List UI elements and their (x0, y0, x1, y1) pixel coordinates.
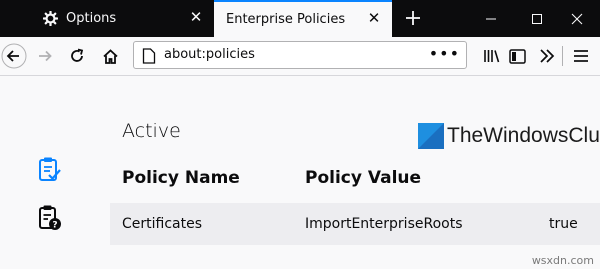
svg-text:?: ? (52, 221, 57, 231)
windows-logo-icon (418, 123, 444, 149)
close-tab-options-icon[interactable]: ✕ (188, 8, 204, 26)
home-button[interactable] (96, 42, 124, 70)
hamburger-menu-icon (574, 50, 588, 62)
watermark: TheWindowsClub (418, 121, 600, 151)
plus-icon (406, 11, 420, 25)
minimize-button[interactable] (468, 0, 514, 37)
tab-enterprise-policies[interactable]: Enterprise Policies ✕ (214, 0, 392, 37)
tab-options[interactable]: Options ✕ (30, 0, 214, 37)
table-row: Certificates ImportEnterpriseRoots true (110, 203, 600, 245)
watermark-text: TheWindowsClub (447, 124, 600, 147)
documentation-category-icon[interactable]: ? (37, 204, 63, 232)
home-icon (102, 48, 118, 64)
column-header-policy-name: Policy Name (122, 168, 240, 188)
url-bar[interactable]: about:policies ••• (133, 41, 467, 69)
clipboard-help-icon: ? (39, 205, 61, 231)
policy-value-extra-cell: true (549, 216, 578, 232)
tab-bar: Options ✕ Enterprise Policies ✕ (0, 0, 600, 37)
overflow-menu-button[interactable] (533, 42, 561, 70)
page-icon (142, 48, 156, 64)
forward-button[interactable] (31, 42, 59, 70)
url-text[interactable]: about:policies (164, 47, 255, 62)
maximize-icon (532, 13, 542, 24)
clipboard-check-icon (39, 157, 61, 181)
active-policies-category-icon[interactable] (37, 156, 63, 184)
close-icon (571, 13, 583, 24)
tab-enterprise-policies-label: Enterprise Policies (226, 12, 346, 27)
site-watermark: wsxdn.com (531, 254, 594, 267)
back-button[interactable] (0, 42, 28, 70)
navigation-toolbar: about:policies ••• (0, 37, 600, 76)
tab-options-label: Options (66, 11, 117, 26)
sidebar-toggle-button[interactable] (503, 42, 531, 70)
reload-icon (71, 48, 84, 62)
library-icon (484, 50, 500, 63)
policy-value-cell: ImportEnterpriseRoots (305, 216, 463, 232)
page-actions-icon[interactable]: ••• (429, 44, 460, 63)
new-tab-button[interactable] (402, 7, 424, 29)
chevrons-right-icon (540, 49, 555, 63)
section-title: Active (122, 120, 181, 142)
close-tab-enterprise-icon[interactable]: ✕ (366, 9, 382, 27)
gear-icon (42, 11, 58, 27)
close-window-button[interactable] (554, 0, 600, 37)
policy-name-cell: Certificates (122, 216, 203, 232)
back-arrow-icon (1, 43, 27, 69)
toolbar-separator (562, 46, 563, 66)
sidebar-icon (508, 48, 526, 64)
column-header-policy-value: Policy Value (305, 168, 422, 188)
library-button[interactable] (478, 42, 506, 70)
forward-arrow-icon (39, 50, 52, 62)
app-menu-button[interactable] (567, 42, 595, 70)
minimize-icon (486, 18, 496, 19)
reload-button[interactable] (63, 42, 91, 70)
